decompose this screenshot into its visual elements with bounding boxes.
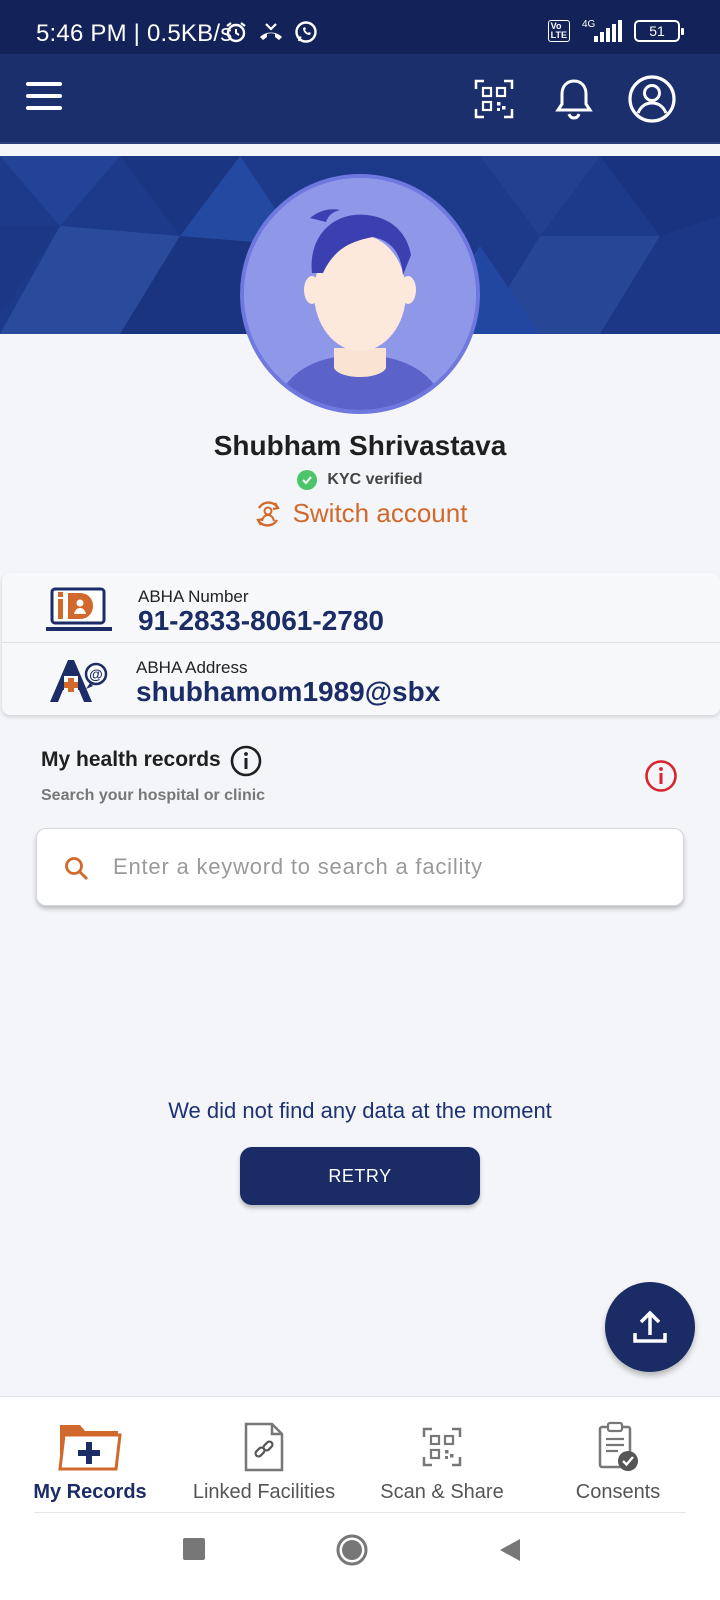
abha-number-value: 91-2833-8061-2780 — [138, 605, 384, 636]
nav-scan-share[interactable]: Scan & Share — [352, 1397, 532, 1513]
switch-account-button[interactable]: Switch account — [0, 498, 720, 529]
health-records-subtitle: Search your hospital or clinic — [41, 787, 266, 804]
qr-scan-icon[interactable] — [467, 72, 521, 126]
health-records-title: My health records — [41, 748, 221, 771]
profile-icon[interactable] — [625, 72, 679, 126]
info-icon[interactable] — [230, 745, 262, 777]
abha-address-row[interactable]: @ ABHA Address shubhamom1989@sbx — [2, 644, 720, 714]
switch-account-label: Switch account — [292, 498, 468, 528]
check-icon — [297, 470, 318, 490]
battery-indicator: 51 — [634, 20, 684, 42]
nav-linked-facilities-label: Linked Facilities — [192, 1481, 336, 1503]
abha-number-label: ABHA Number — [138, 587, 249, 606]
status-bar: 5:46 PM | 0.5KB/s Vo LTE 4G 51 — [0, 0, 720, 54]
consent-document-icon — [583, 1419, 653, 1475]
alarm-icon — [226, 22, 246, 43]
avatar — [240, 174, 480, 414]
upload-button[interactable] — [605, 1282, 695, 1372]
folder-plus-icon — [55, 1419, 125, 1475]
status-system-icons: Vo LTE 4G 51 — [547, 18, 684, 44]
nav-consents[interactable]: Consents — [528, 1397, 708, 1513]
abha-number-row[interactable]: ABHA Number 91-2833-8061-2780 — [2, 573, 720, 643]
upload-icon — [633, 1310, 667, 1343]
qr-code-icon — [407, 1419, 477, 1475]
network-type-label: 4G — [582, 19, 596, 30]
abha-address-icon: @ — [50, 660, 108, 702]
nav-divider — [34, 1512, 686, 1513]
back-icon[interactable] — [498, 1538, 522, 1562]
abha-card: ABHA Number 91-2833-8061-2780 @ ABHA Add… — [2, 573, 720, 715]
switch-account-icon — [255, 500, 280, 527]
home-icon[interactable] — [336, 1534, 368, 1566]
search-icon — [65, 857, 89, 881]
facility-search-input[interactable] — [113, 845, 653, 889]
svg-text:@: @ — [89, 666, 103, 682]
nav-my-records[interactable]: My Records — [0, 1397, 180, 1513]
alert-icon[interactable] — [644, 759, 678, 793]
bell-icon[interactable] — [547, 72, 601, 126]
system-nav-bar — [0, 1514, 720, 1600]
empty-state-message: We did not find any data at the moment — [168, 1098, 552, 1123]
linked-document-icon — [229, 1419, 299, 1475]
kyc-status: KYC verified — [0, 470, 720, 490]
status-time: 5:46 PM | 0.5KB/s — [36, 20, 233, 47]
bottom-nav: My Records Linked Facilities Scan & Shar… — [0, 1396, 720, 1514]
abha-address-label: ABHA Address — [136, 658, 248, 677]
facility-search-box — [36, 828, 684, 906]
status-notification-icons — [224, 20, 318, 44]
abha-id-icon — [46, 587, 112, 631]
whatsapp-icon — [295, 21, 317, 43]
nav-consents-label: Consents — [575, 1481, 661, 1503]
nav-linked-facilities[interactable]: Linked Facilities — [174, 1397, 354, 1513]
nav-my-records-label: My Records — [33, 1481, 147, 1503]
menu-icon[interactable] — [26, 82, 62, 112]
abha-address-value: shubhamom1989@sbx — [136, 676, 441, 707]
missed-call-icon — [260, 23, 282, 40]
app-bar — [0, 54, 720, 144]
kyc-status-label: KYC verified — [327, 471, 423, 488]
signal-icon: 4G — [582, 19, 622, 42]
retry-button[interactable]: RETRY — [240, 1147, 480, 1205]
recents-icon[interactable] — [183, 1538, 205, 1560]
volte-badge: Vo LTE — [547, 20, 570, 42]
profile-name: Shubham Shrivastava — [213, 430, 507, 461]
nav-scan-share-label: Scan & Share — [380, 1481, 504, 1503]
